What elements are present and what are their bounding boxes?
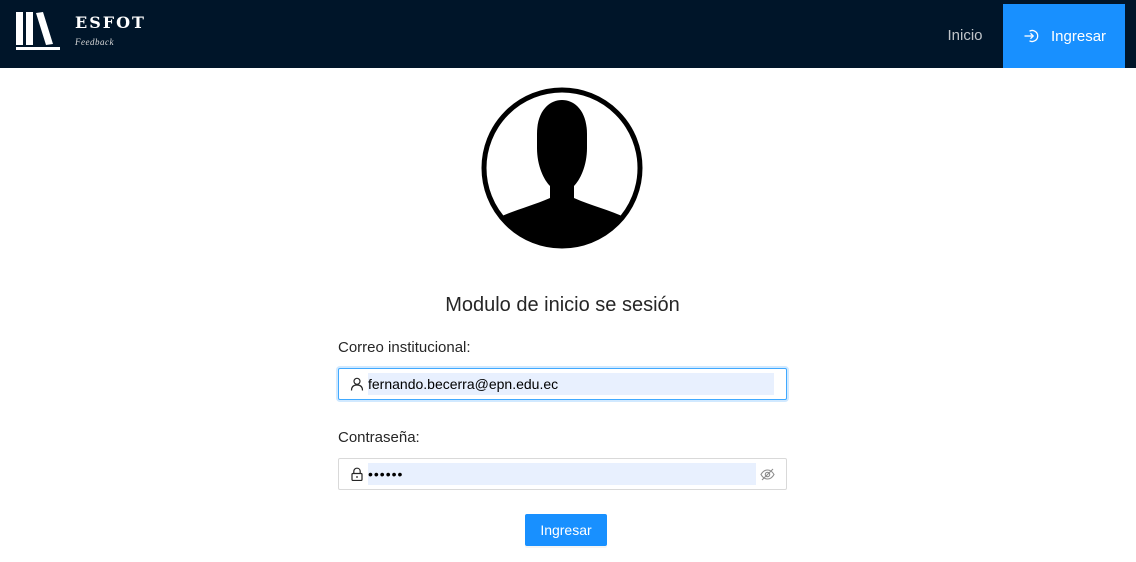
navbar: ESFOT Feedback Inicio Ingresar [0, 0, 1136, 68]
email-label: Correo institucional: [338, 339, 471, 356]
password-field[interactable] [368, 463, 756, 485]
brand-name: ESFOT [75, 13, 146, 32]
password-label: Contraseña: [338, 429, 420, 446]
nav-login-label: Ingresar [1051, 28, 1107, 45]
lock-icon [351, 467, 363, 481]
nav-login-item[interactable]: Ingresar [1003, 4, 1125, 68]
brand-subtitle: Feedback [75, 37, 114, 47]
login-submit-button[interactable]: Ingresar [525, 514, 607, 546]
email-field[interactable] [368, 373, 774, 395]
password-field-wrapper [338, 458, 787, 490]
email-field-wrapper [338, 368, 787, 400]
user-silhouette-avatar [481, 87, 643, 249]
page-title: Modulo de inicio se sesión [445, 294, 680, 316]
user-icon [350, 377, 364, 391]
nav-home-link[interactable]: Inicio [936, 0, 994, 68]
login-icon [1024, 29, 1039, 43]
eye-invisible-icon[interactable] [760, 467, 775, 482]
books-logo[interactable] [16, 10, 62, 53]
